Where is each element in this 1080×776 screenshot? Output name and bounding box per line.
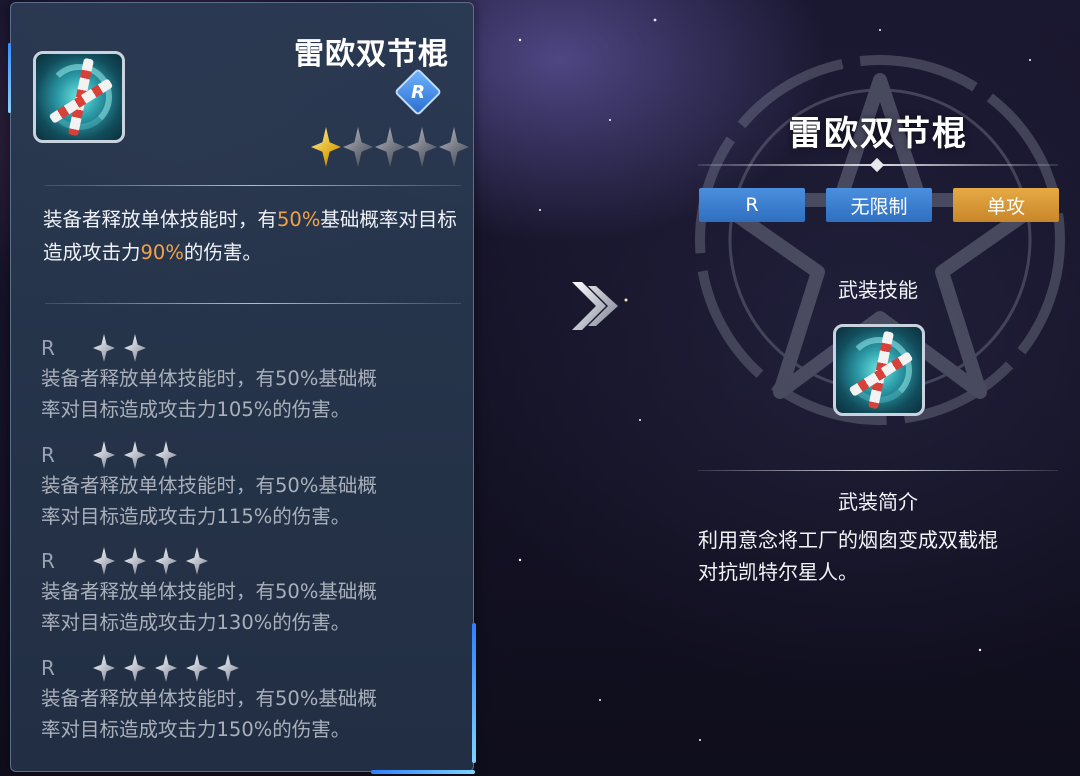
intro-line-1: 利用意念将工厂的烟囱变成双截棍	[698, 528, 998, 552]
tier-line-1: 装备者释放单体技能时，有50%基础概	[41, 367, 377, 390]
effect-chance-value: 50%	[277, 208, 321, 231]
star-icon	[124, 334, 146, 362]
tier-line-2: 率对目标造成攻击力115%的伤害。	[41, 505, 351, 528]
title-divider	[698, 157, 1058, 173]
star-icon	[155, 547, 177, 575]
tag-class: 无限制	[826, 188, 932, 222]
effect-text: 装备者释放单体技能时，有	[43, 208, 278, 231]
effect-damage-value: 90%	[140, 241, 184, 264]
panel-accent-left	[8, 43, 11, 113]
panel-accent-bottom	[371, 770, 475, 774]
tier-grade: R	[41, 336, 55, 360]
star-icon	[124, 441, 146, 469]
weapon-name: 雷欧双节棍	[294, 37, 449, 72]
star-icon	[124, 654, 146, 682]
panel-scrollbar[interactable]	[472, 623, 476, 763]
intro-section-label: 武装简介	[838, 490, 918, 514]
star-icon	[93, 334, 115, 362]
upgrade-tier: R 装备者释放单体技能时，有50%基础概 率对目标造成攻击力115%的伤害。	[41, 440, 471, 532]
chevron-right-icon[interactable]	[566, 276, 626, 336]
star-empty-icon	[343, 127, 373, 167]
skill-section-label: 武装技能	[838, 278, 918, 302]
weapon-icon-nunchaku	[33, 51, 125, 143]
star-icon	[186, 654, 208, 682]
upgrade-tier: R 装备者释放单体技能时，有50%基础概 率对目标造成攻击力105%的伤害。	[41, 333, 471, 425]
upgrade-tier: R 装备者释放单体技能时，有50%基础概 率对目标造成攻击力150%的伤害。	[41, 653, 471, 745]
weapon-info-panel: 雷欧双节棍 R 装备者释放单体技能时，有50%基础概率对目标造成攻击力90%的伤…	[8, 2, 476, 774]
tier-line-2: 率对目标造成攻击力105%的伤害。	[41, 398, 351, 421]
star-icon	[217, 654, 239, 682]
star-rating	[311, 127, 469, 167]
tier-line-1: 装备者释放单体技能时，有50%基础概	[41, 474, 377, 497]
rank-badge-label: R	[411, 81, 425, 103]
tier-line-1: 装备者释放单体技能时，有50%基础概	[41, 580, 377, 603]
star-icon	[93, 547, 115, 575]
tier-line-2: 率对目标造成攻击力150%的伤害。	[41, 718, 351, 741]
star-icon	[93, 654, 115, 682]
intro-line-2: 对抗凯特尔星人。	[698, 560, 858, 584]
star-empty-icon	[375, 127, 405, 167]
tier-grade: R	[41, 549, 55, 573]
intro-description: 利用意念将工厂的烟囱变成双截棍 对抗凯特尔星人。	[698, 524, 1078, 588]
skill-icon-nunchaku[interactable]	[833, 324, 925, 416]
effect-text: 的伤害。	[183, 241, 262, 264]
star-empty-icon	[407, 127, 437, 167]
divider	[45, 185, 461, 186]
tier-grade: R	[41, 656, 55, 680]
effect-description: 装备者释放单体技能时，有50%基础概率对目标造成攻击力90%的伤害。	[43, 203, 463, 269]
divider	[45, 303, 461, 304]
star-icon	[155, 654, 177, 682]
detail-weapon-name: 雷欧双节棍	[788, 114, 968, 154]
rank-badge-icon: R	[393, 67, 443, 117]
star-icon	[124, 547, 146, 575]
upgrade-tier: R 装备者释放单体技能时，有50%基础概 率对目标造成攻击力130%的伤害。	[41, 546, 471, 638]
star-icon	[93, 441, 115, 469]
tier-grade: R	[41, 443, 55, 467]
tag-attack-type: 单攻	[953, 188, 1059, 222]
section-divider	[698, 470, 1058, 471]
star-filled-icon	[311, 127, 341, 167]
tier-line-2: 率对目标造成攻击力130%的伤害。	[41, 611, 351, 634]
tag-rank: R	[699, 188, 805, 222]
star-icon	[186, 547, 208, 575]
tier-line-1: 装备者释放单体技能时，有50%基础概	[41, 687, 377, 710]
star-empty-icon	[439, 127, 469, 167]
star-icon	[155, 441, 177, 469]
